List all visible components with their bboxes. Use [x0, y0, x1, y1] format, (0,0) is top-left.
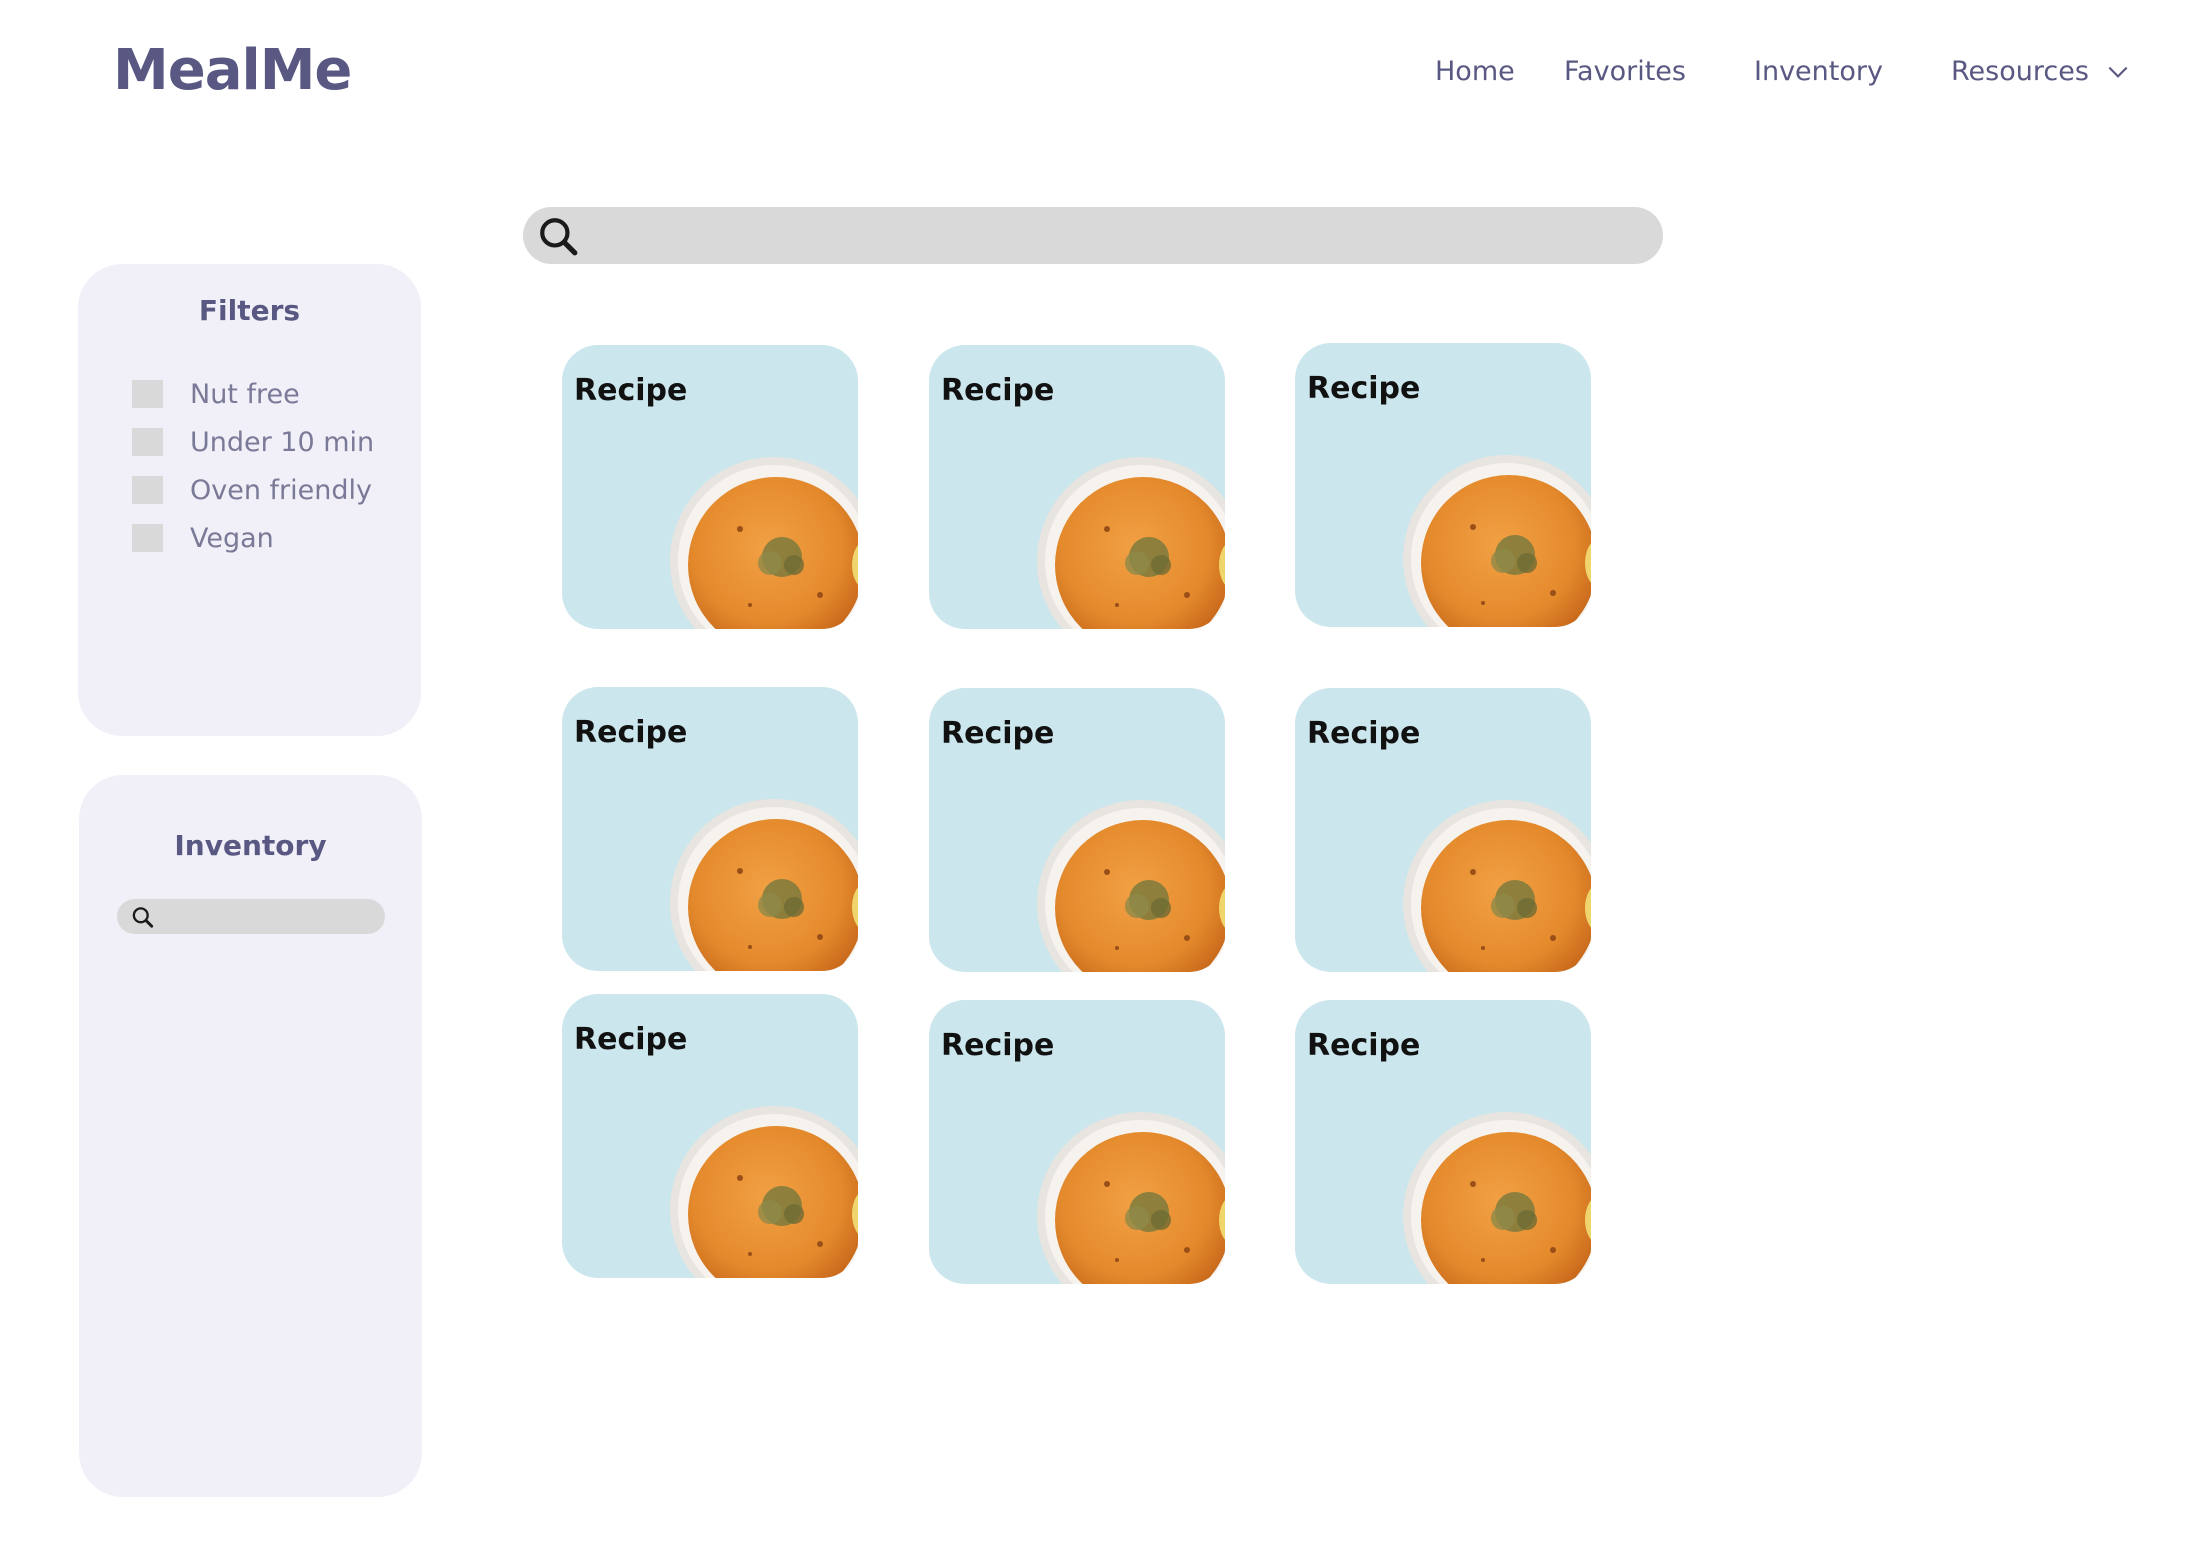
- filter-under-10-min[interactable]: Under 10 min: [132, 418, 374, 466]
- soup-bowl-image: [670, 457, 858, 629]
- recipe-card-title: Recipe: [941, 716, 1055, 751]
- page: MealMe Home Favorites Inventory Resource…: [0, 0, 2186, 1550]
- recipe-card-title: Recipe: [1307, 716, 1421, 751]
- nav-favorites-link[interactable]: Favorites: [1564, 56, 1686, 87]
- soup-bowl-image: [1403, 455, 1591, 627]
- recipe-card[interactable]: Recipe: [1295, 1000, 1591, 1284]
- checkbox[interactable]: [132, 524, 163, 552]
- recipe-card-title: Recipe: [941, 373, 1055, 408]
- recipe-card[interactable]: Recipe: [562, 994, 858, 1278]
- recipe-card-title: Recipe: [1307, 1028, 1421, 1063]
- nav-resources-dropdown[interactable]: Resources: [1951, 56, 2131, 87]
- checkbox[interactable]: [132, 428, 163, 456]
- filters-title: Filters: [198, 294, 301, 327]
- recipe-card[interactable]: Recipe: [929, 1000, 1225, 1284]
- filter-vegan[interactable]: Vegan: [132, 514, 374, 562]
- recipe-card-title: Recipe: [941, 1028, 1055, 1063]
- filter-oven-friendly[interactable]: Oven friendly: [132, 466, 374, 514]
- top-nav: Home Favorites Inventory Resources: [0, 56, 2186, 96]
- soup-bowl-image: [670, 799, 858, 971]
- recipe-card[interactable]: Recipe: [1295, 343, 1591, 627]
- inventory-panel: Inventory: [79, 775, 422, 1497]
- filter-nut-free[interactable]: Nut free: [132, 370, 374, 418]
- recipe-card[interactable]: Recipe: [562, 345, 858, 629]
- recipe-card-title: Recipe: [1307, 371, 1421, 406]
- filter-label: Vegan: [190, 522, 274, 554]
- recipe-card[interactable]: Recipe: [1295, 688, 1591, 972]
- inventory-title: Inventory: [174, 829, 327, 862]
- recipe-card[interactable]: Recipe: [929, 688, 1225, 972]
- soup-bowl-image: [1037, 800, 1225, 972]
- recipe-card-title: Recipe: [574, 715, 688, 750]
- chevron-down-icon: [2108, 66, 2128, 78]
- recipe-card[interactable]: Recipe: [929, 345, 1225, 629]
- recipe-card[interactable]: Recipe: [562, 687, 858, 971]
- inventory-search-bar: [117, 899, 385, 934]
- search-icon: [540, 217, 578, 255]
- checkbox[interactable]: [132, 380, 163, 408]
- recipe-search-input[interactable]: [579, 207, 1663, 264]
- recipe-search-bar: [523, 207, 1663, 264]
- soup-bowl-image: [1403, 1112, 1591, 1284]
- inventory-search-input[interactable]: [154, 899, 385, 934]
- recipe-card-title: Recipe: [574, 1022, 688, 1057]
- nav-inventory-link[interactable]: Inventory: [1754, 56, 1883, 87]
- filter-label: Under 10 min: [190, 426, 375, 458]
- filters-panel: Filters Nut free Under 10 min Oven frien…: [78, 264, 421, 736]
- filter-label: Oven friendly: [190, 474, 372, 506]
- filter-list: Nut free Under 10 min Oven friendly Vega…: [132, 370, 374, 562]
- soup-bowl-image: [1037, 457, 1225, 629]
- checkbox[interactable]: [132, 476, 163, 504]
- search-icon: [132, 906, 154, 928]
- nav-home-link[interactable]: Home: [1435, 56, 1515, 87]
- soup-bowl-image: [670, 1106, 858, 1278]
- filter-label: Nut free: [190, 378, 300, 410]
- recipe-card-title: Recipe: [574, 373, 688, 408]
- soup-bowl-image: [1403, 800, 1591, 972]
- nav-resources-label: Resources: [1951, 56, 2089, 87]
- soup-bowl-image: [1037, 1112, 1225, 1284]
